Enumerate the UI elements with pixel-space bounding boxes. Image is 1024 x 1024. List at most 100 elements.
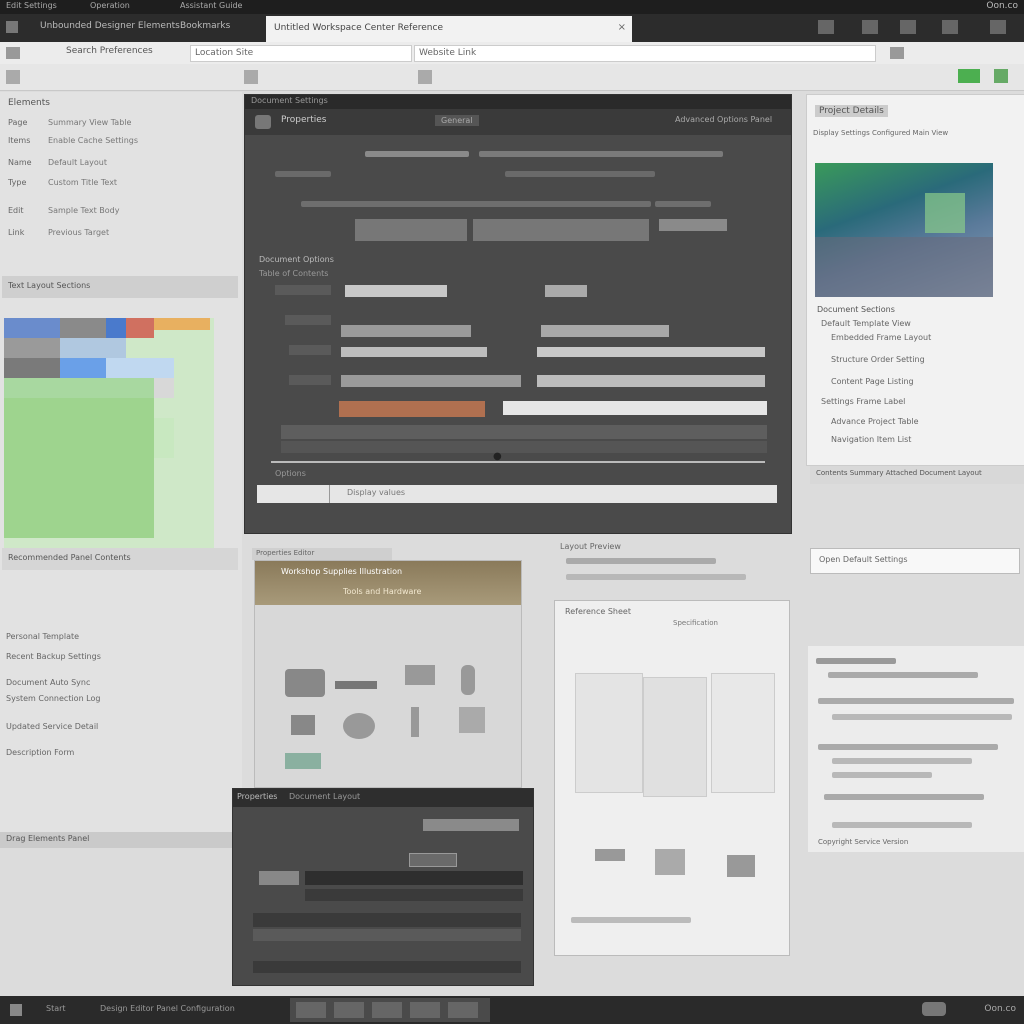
extension-icon[interactable] [994, 69, 1008, 83]
tab-icon[interactable] [6, 21, 18, 33]
field-bar[interactable] [365, 151, 469, 157]
list-item[interactable]: Personal Template [6, 632, 79, 641]
search-field-left[interactable]: Search Preferences [66, 46, 153, 56]
settings-icon[interactable] [818, 20, 834, 34]
swatch[interactable] [60, 318, 106, 338]
field-box[interactable] [355, 219, 467, 241]
menu-item-1[interactable]: Edit Settings [6, 1, 57, 10]
swatch[interactable] [126, 318, 154, 338]
swatch[interactable] [106, 318, 126, 338]
form-field[interactable] [541, 325, 669, 337]
color-swatch-grid[interactable] [4, 318, 214, 548]
prop-row[interactable]: Link Previous Target [4, 228, 238, 242]
taskbar-item[interactable]: Design Editor Panel Configuration [100, 1004, 235, 1013]
form-field[interactable] [537, 375, 765, 387]
prop-row[interactable]: Edit Sample Text Body [4, 206, 238, 220]
swatch[interactable] [4, 398, 154, 538]
small-field[interactable] [423, 819, 519, 831]
bottom-input[interactable]: Display values [257, 485, 777, 503]
list-item[interactable]: Settings Frame Label [821, 397, 905, 406]
toolbar-btn-2[interactable] [418, 70, 432, 84]
toolbar-btn-1[interactable] [244, 70, 258, 84]
list-item[interactable]: Advance Project Table [831, 417, 919, 426]
back-icon[interactable] [6, 47, 20, 59]
tab-item-1[interactable]: Unbounded Designer Elements [40, 21, 180, 31]
taskbar-app-icon[interactable] [448, 1002, 478, 1018]
small-field[interactable] [305, 889, 523, 901]
form-field[interactable] [545, 285, 587, 297]
window-icon[interactable] [942, 20, 958, 34]
field-bar[interactable] [505, 171, 655, 177]
list-item[interactable]: Navigation Item List [831, 435, 911, 444]
right-section-header[interactable]: Contents Summary Attached Document Layou… [810, 466, 1024, 484]
reference-document[interactable]: Reference Sheet Specification [554, 600, 790, 956]
menu-item-2[interactable]: Operation [90, 1, 130, 10]
url-input[interactable]: Website Link [414, 45, 876, 62]
list-item[interactable]: Embedded Frame Layout [831, 333, 931, 342]
tab-item-2[interactable]: Bookmarks [180, 21, 230, 31]
taskbar-app-icon[interactable] [296, 1002, 326, 1018]
prop-row[interactable]: Name Default Layout [4, 158, 238, 172]
close-icon[interactable]: × [618, 22, 626, 33]
slider-track[interactable] [503, 401, 767, 415]
section-header-b[interactable]: Recommended Panel Contents [2, 548, 238, 570]
small-field[interactable] [305, 871, 523, 885]
field-bar[interactable] [479, 151, 723, 157]
swatch[interactable] [154, 318, 210, 330]
form-field[interactable] [341, 325, 471, 337]
list-item[interactable]: Updated Service Detail [6, 722, 98, 731]
swatch[interactable] [60, 338, 126, 358]
swatch[interactable] [4, 378, 154, 398]
small-field[interactable] [253, 929, 521, 941]
list-item[interactable]: Structure Order Setting [831, 355, 925, 364]
tab-active[interactable]: Untitled Workspace Center Reference × [266, 16, 632, 42]
field-bar[interactable] [655, 201, 711, 207]
start-button[interactable]: Start [46, 1004, 66, 1013]
taskbar-app-icon[interactable] [372, 1002, 402, 1018]
prop-row[interactable]: Items Enable Cache Settings [4, 136, 238, 150]
field-bar[interactable] [275, 171, 331, 177]
start-icon[interactable] [10, 1004, 22, 1016]
dialog-tab-general[interactable]: General [435, 115, 479, 126]
field-box[interactable] [659, 219, 727, 231]
form-field[interactable] [345, 285, 447, 297]
field-box[interactable] [473, 219, 649, 241]
taskbar-app-icon[interactable] [334, 1002, 364, 1018]
list-item[interactable]: System Connection Log [6, 694, 100, 703]
field-bar[interactable] [301, 201, 651, 207]
section-header-a[interactable]: Text Layout Sections [2, 276, 238, 298]
swatch[interactable] [154, 418, 174, 458]
list-item[interactable]: Content Page Listing [831, 377, 914, 386]
right-tip-box[interactable]: Open Default Settings [810, 548, 1020, 574]
prop-row[interactable]: Type Custom Title Text [4, 178, 238, 192]
search-input[interactable]: Location Site [190, 45, 412, 62]
bookmark-icon[interactable] [862, 20, 878, 34]
menu-icon[interactable] [990, 20, 1006, 34]
form-field[interactable] [341, 375, 521, 387]
form-field[interactable] [537, 347, 765, 357]
tray-icon[interactable] [922, 1002, 946, 1016]
list-item[interactable]: Recent Backup Settings [6, 652, 101, 661]
form-field[interactable] [341, 347, 487, 357]
taskbar-app-icon[interactable] [410, 1002, 440, 1018]
printer-icon[interactable] [900, 20, 916, 34]
home-icon[interactable] [6, 70, 20, 84]
swatch[interactable] [4, 318, 60, 338]
swatch[interactable] [4, 358, 60, 378]
preview-image[interactable] [815, 163, 993, 297]
swatch[interactable] [106, 358, 174, 378]
list-item[interactable]: Description Form [6, 748, 74, 757]
status-green-badge[interactable] [958, 69, 980, 83]
menu-item-3[interactable]: Assistant Guide [180, 1, 242, 10]
small-field[interactable] [253, 913, 521, 927]
small-field[interactable] [253, 961, 521, 973]
list-item[interactable]: Default Template View [821, 319, 911, 328]
swatch[interactable] [60, 358, 106, 378]
swatch[interactable] [4, 338, 60, 358]
dialog-tab-advanced[interactable]: Advanced Options Panel [675, 115, 772, 124]
small-field[interactable] [409, 853, 457, 867]
swatch[interactable] [154, 378, 174, 398]
prop-row[interactable]: Page Summary View Table [4, 118, 238, 132]
list-item[interactable]: Document Auto Sync [6, 678, 90, 687]
catalog-page[interactable]: Workshop Supplies Illustration Tools and… [254, 560, 522, 788]
